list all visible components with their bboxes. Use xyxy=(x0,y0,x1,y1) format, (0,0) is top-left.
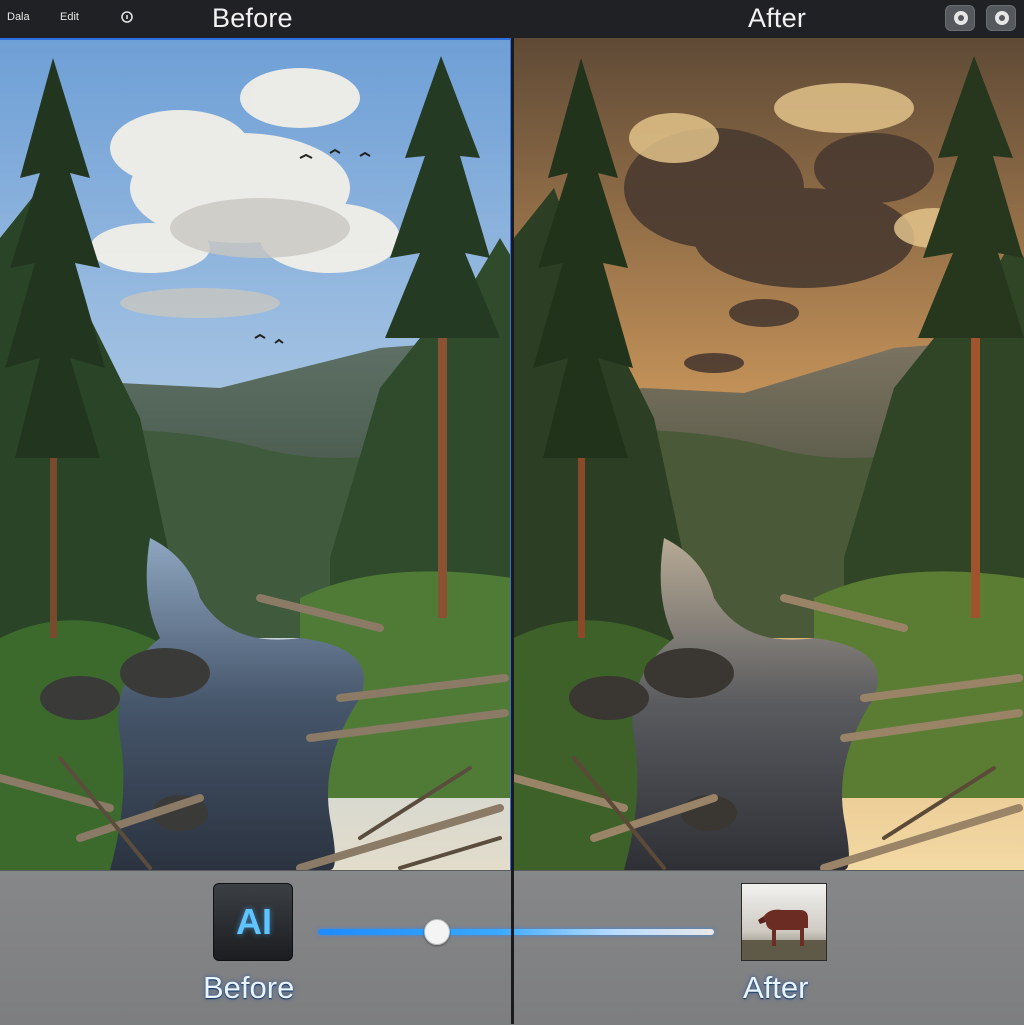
after-title: After xyxy=(748,3,807,33)
slider-track[interactable] xyxy=(318,929,714,935)
compare-slider[interactable] xyxy=(318,918,714,946)
after-thumbnail[interactable] xyxy=(741,883,827,961)
before-label: Before xyxy=(203,970,295,1005)
after-landscape-image xyxy=(514,38,1024,870)
before-image-panel[interactable] xyxy=(0,38,512,870)
ai-enhance-button[interactable]: AI xyxy=(213,883,293,961)
view-toggle-button[interactable] xyxy=(945,5,975,31)
horse-thumbnail-image xyxy=(742,884,826,960)
menu-item-edit[interactable]: Edit xyxy=(60,11,79,23)
slider-thumb[interactable] xyxy=(424,919,450,945)
before-landscape-image xyxy=(0,38,512,870)
info-icon[interactable] xyxy=(121,10,133,24)
after-image-panel[interactable] xyxy=(514,38,1024,870)
eye-icon xyxy=(995,11,1009,25)
eye-icon xyxy=(954,11,968,25)
before-title: Before xyxy=(212,3,293,33)
top-bar: Dala Edit Before After xyxy=(0,0,1024,39)
ai-badge-label: AI xyxy=(236,901,272,942)
after-label: After xyxy=(743,970,809,1005)
split-divider-handle[interactable] xyxy=(511,38,514,1024)
compare-toggle-button[interactable] xyxy=(986,5,1016,31)
before-after-editor: Dala Edit Before After AI Before After xyxy=(0,0,1024,1025)
menu-item-file[interactable]: Dala xyxy=(7,11,30,23)
